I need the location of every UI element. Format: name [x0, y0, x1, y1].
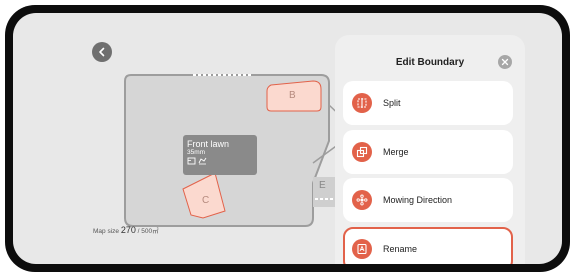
app-screen: B C E Front lawn 35mm Map size 270 / 500… [13, 13, 562, 264]
close-button[interactable] [498, 55, 512, 69]
zone-c-label[interactable]: C [202, 195, 209, 206]
edit-boundary-panel: Edit Boundary Split Merge Mowing Directi… [335, 35, 525, 264]
lawn-info-card[interactable]: Front lawn 35mm [183, 135, 257, 175]
split-option[interactable]: Split [343, 81, 513, 125]
map-size: Map size 270 / 500㎡ [93, 225, 159, 235]
rename-option[interactable]: Rename [343, 227, 513, 264]
mower-icon [198, 157, 207, 165]
mowing-direction-label: Mowing Direction [383, 195, 453, 205]
merge-option[interactable]: Merge [343, 130, 513, 174]
map-size-prefix: Map size [93, 228, 120, 235]
split-icon [352, 93, 372, 113]
chevron-left-icon [99, 47, 105, 57]
lawn-name: Front lawn [187, 139, 230, 149]
map-size-total: / 500㎡ [137, 228, 159, 235]
split-label: Split [383, 98, 401, 108]
panel-title: Edit Boundary [395, 57, 465, 68]
rename-label: Rename [383, 244, 418, 254]
cut-height: 35mm [187, 149, 206, 156]
zone-e-label[interactable]: E [319, 180, 326, 191]
mowing-direction-option[interactable]: Mowing Direction [343, 178, 513, 222]
map-size-value: 270 [120, 225, 136, 235]
merge-label: Merge [383, 147, 409, 157]
back-button[interactable] [92, 42, 112, 62]
device-frame: B C E Front lawn 35mm Map size 270 / 500… [5, 5, 570, 272]
mowing-direction-icon [352, 190, 372, 210]
zone-b-label[interactable]: B [289, 90, 296, 101]
close-icon [501, 58, 509, 66]
rename-icon [352, 239, 372, 259]
merge-icon [352, 142, 372, 162]
lawn-icon [187, 157, 196, 165]
